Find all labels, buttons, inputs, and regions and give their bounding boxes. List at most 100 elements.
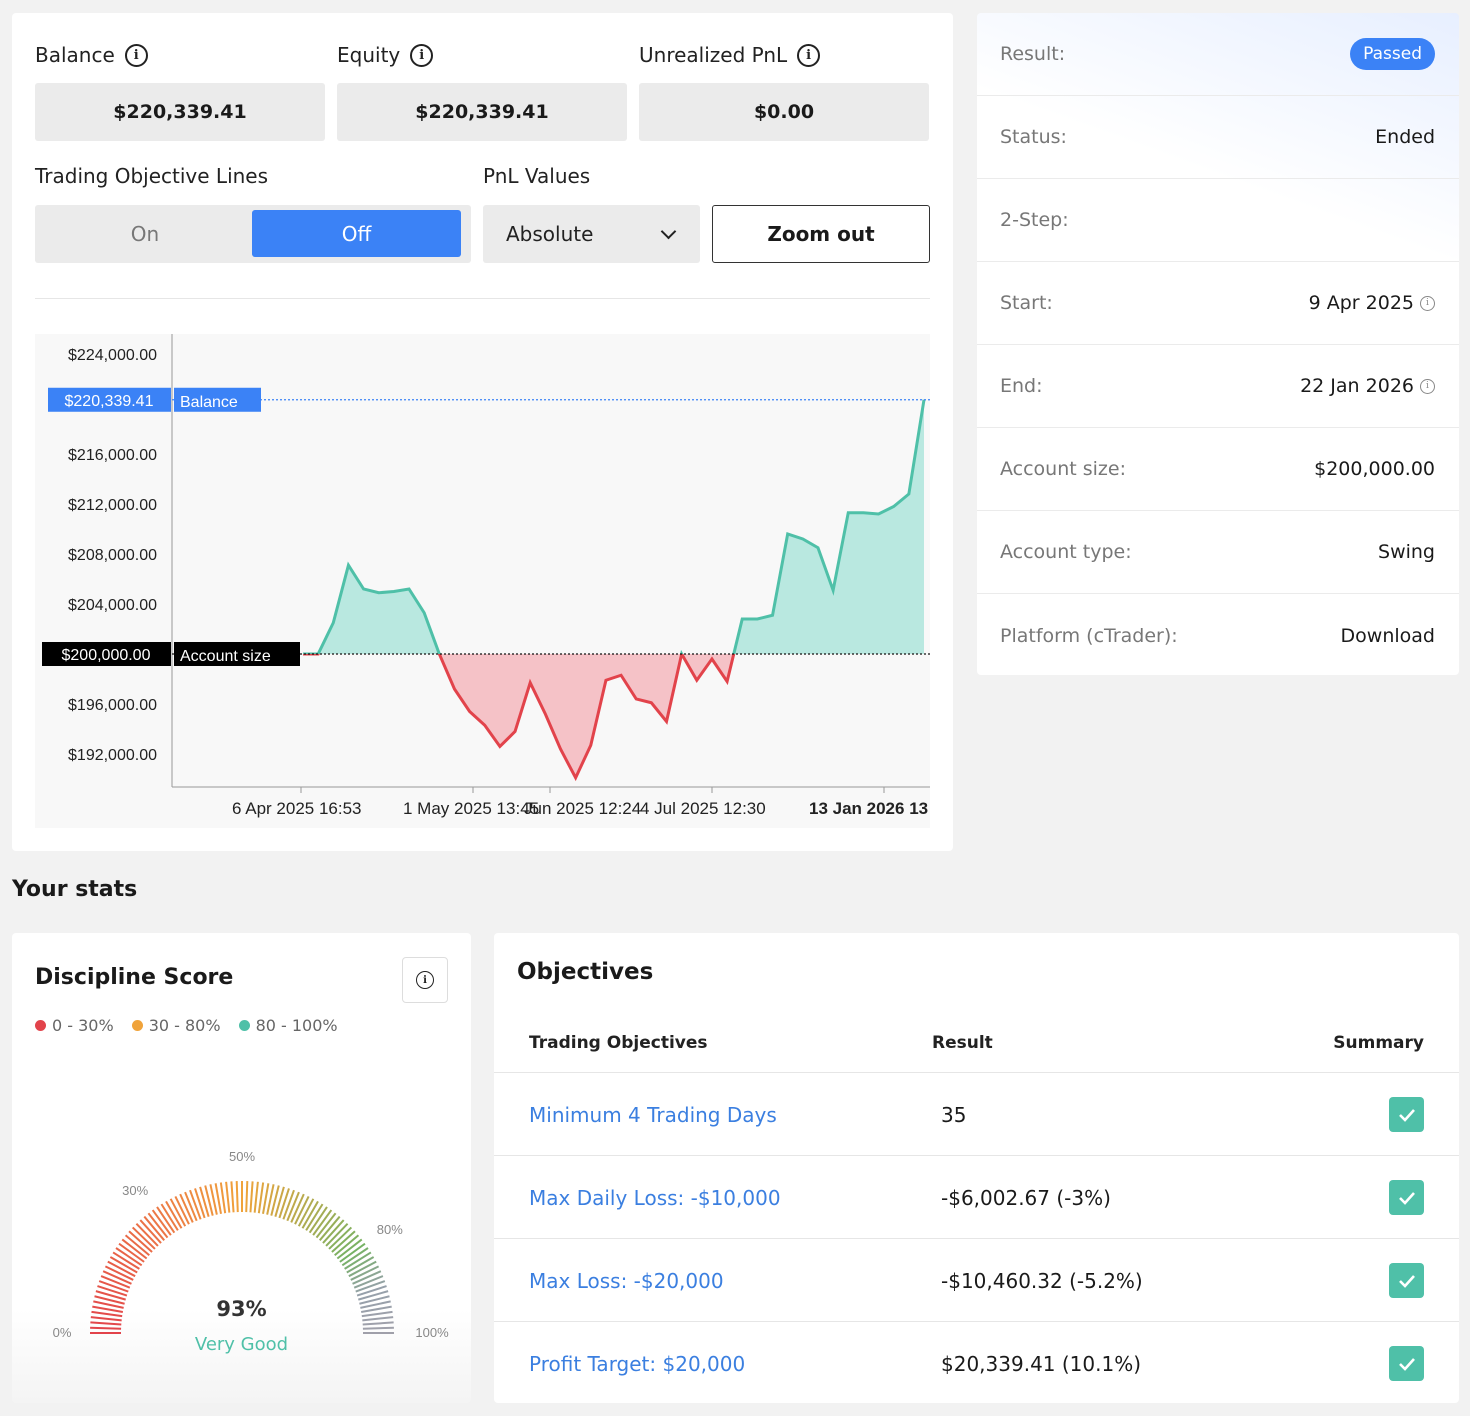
end-date: 22 Jan 2026: [1300, 375, 1414, 397]
gauge-tick: [90, 1326, 122, 1330]
check-icon: [1389, 1263, 1424, 1298]
x-tick-label: 6 Apr 2025 16:53: [232, 799, 362, 818]
x-tick-label: 1 May 2025 13:45: [403, 799, 539, 818]
x-tick-label: 4 Jul 2025 12:30: [640, 799, 766, 818]
gauge-tick: [90, 1321, 122, 1326]
table-row: Profit Target: $20,000 $20,339.41 (10.1%…: [494, 1321, 1459, 1404]
legend-dot: [35, 1020, 46, 1031]
profit-area: [303, 399, 924, 654]
gauge-tick: [235, 1181, 239, 1213]
balance-value-label: $220,339.41: [65, 393, 154, 410]
gauge-tick: [230, 1181, 235, 1213]
gauge-tick: [362, 1326, 394, 1330]
platform-download-link[interactable]: Download: [1341, 625, 1435, 647]
objective-lines-toggle: On Off: [35, 205, 471, 263]
gauge-tick: [97, 1285, 128, 1297]
info-row-result: Result: Passed: [977, 13, 1459, 96]
objectives-title: Objectives: [517, 959, 654, 985]
info-icon[interactable]: i: [797, 43, 821, 67]
gauge-tick: [356, 1285, 387, 1297]
objective-link[interactable]: Max Loss: -$20,000: [529, 1239, 724, 1322]
gauge-tick: [278, 1188, 290, 1219]
discipline-gauge: 0%30%50%80%100%: [53, 1149, 449, 1340]
info-row-end: End: 22 Jan 2026 i: [977, 345, 1459, 428]
gauge-tick: [225, 1181, 231, 1213]
objective-lines-label: Trading Objective Lines: [35, 164, 269, 188]
discipline-score-value: 93%: [216, 1297, 267, 1321]
gauge-tick: [219, 1182, 227, 1214]
balance-label: Balance: [180, 394, 238, 411]
objective-link[interactable]: Minimum 4 Trading Days: [529, 1073, 777, 1156]
info-icon: i: [416, 971, 434, 989]
balance-label: Balance i: [35, 43, 148, 67]
objective-link[interactable]: Profit Target: $20,000: [529, 1322, 745, 1405]
pnl-values-select[interactable]: Absolute: [483, 205, 700, 263]
challenge-info-card: Result: Passed Status: Ended 2-Step: Sta…: [977, 13, 1459, 675]
check-icon: [1389, 1346, 1424, 1381]
objectives-card: Objectives Trading Objectives Result Sum…: [494, 933, 1459, 1403]
y-tick-label: $196,000.00: [68, 697, 157, 714]
legend-dot: [238, 1020, 250, 1031]
objective-result: 35: [941, 1102, 967, 1127]
toggle-off-button[interactable]: Off: [252, 210, 461, 257]
col-header-summary: Summary: [1333, 1033, 1424, 1053]
equity-chart-card: Balance i $220,339.41 Equity i $220,339.…: [12, 13, 953, 851]
y-tick-label: $212,000.00: [68, 497, 157, 514]
objective-link[interactable]: Max Daily Loss: -$10,000: [529, 1156, 781, 1239]
gauge-label: 80%: [377, 1222, 403, 1237]
legend-item-high: 80 - 100%: [238, 1016, 338, 1035]
discipline-info-button[interactable]: i: [402, 957, 448, 1003]
col-header-result: Result: [932, 1033, 993, 1053]
y-tick-label: $208,000.00: [68, 547, 157, 564]
table-row: Max Loss: -$20,000 -$10,460.32 (-5.2%): [494, 1238, 1459, 1321]
objective-result: $20,339.41 (10.1%): [941, 1351, 1142, 1376]
start-date: 9 Apr 2025: [1308, 292, 1414, 314]
y-tick-label: $216,000.00: [68, 447, 157, 464]
account-size-label: Account size: [180, 648, 271, 665]
info-row-platform: Platform (cTrader): Download: [1000, 624, 1435, 647]
info-row-account-type: Account type: Swing: [977, 511, 1459, 594]
unrealized-pnl-label: Unrealized PnL i: [639, 43, 821, 67]
y-tick-label: $204,000.00: [68, 597, 157, 614]
gauge-tick: [253, 1181, 259, 1213]
gauge-tick: [249, 1181, 254, 1213]
equity-label: Equity i: [337, 43, 434, 67]
table-row: Minimum 4 Trading Days 35: [494, 1072, 1459, 1155]
legend-dot: [131, 1020, 143, 1031]
check-icon: [1389, 1180, 1424, 1215]
gauge-tick: [257, 1182, 265, 1214]
discipline-score-card: 0% 30% 50% 80% 100% Discipline Score i 0 - 3…: [12, 933, 471, 1403]
info-row-status: Status: Ended: [977, 96, 1459, 179]
objective-result: -$10,460.32 (-5.2%): [941, 1268, 1143, 1293]
gauge-label: 50%: [229, 1149, 255, 1164]
chevron-down-icon: [660, 223, 677, 239]
gauge-tick: [362, 1321, 394, 1326]
pnl-values-selected: Absolute: [506, 222, 594, 246]
objective-result: -$6,002.67 (-3%): [941, 1185, 1111, 1210]
info-icon[interactable]: i: [124, 43, 148, 67]
unrealized-pnl-value: $0.00: [639, 83, 929, 141]
gauge-tick: [245, 1181, 249, 1213]
toggle-on-button[interactable]: On: [35, 205, 255, 263]
balance-value: $220,339.41: [35, 83, 325, 141]
discipline-score-title: Discipline Score: [35, 965, 234, 990]
divider: [35, 298, 930, 299]
y-tick-label: $224,000.00: [68, 347, 157, 364]
pnl-values-label: PnL Values: [483, 164, 591, 188]
your-stats-heading: Your stats: [12, 877, 138, 902]
info-row-2-step: 2-Step:: [977, 179, 1459, 262]
x-tick-label: Jun 2025 12:24: [524, 799, 641, 818]
discipline-legend: 0 - 30% 30 - 80% 80 - 100%: [35, 1016, 338, 1035]
y-tick-label: $192,000.00: [68, 747, 157, 764]
check-icon: [1389, 1097, 1424, 1132]
legend-item-low: 0 - 30%: [35, 1016, 114, 1035]
info-icon[interactable]: i: [1420, 378, 1435, 394]
zoom-out-button[interactable]: Zoom out: [712, 205, 930, 263]
info-icon[interactable]: i: [410, 43, 434, 67]
equity-value: $220,339.41: [337, 83, 627, 141]
table-row: Max Daily Loss: -$10,000 -$6,002.67 (-3%…: [494, 1155, 1459, 1238]
result-badge: Passed: [1350, 38, 1435, 70]
balance-chart-svg: $224,000.00 $216,000.00 $212,000.00 $208,00…: [42, 334, 930, 818]
balance-chart[interactable]: $224,000.00 $216,000.00 $212,000.00 $208,00…: [35, 334, 930, 828]
info-icon[interactable]: i: [1420, 295, 1435, 311]
